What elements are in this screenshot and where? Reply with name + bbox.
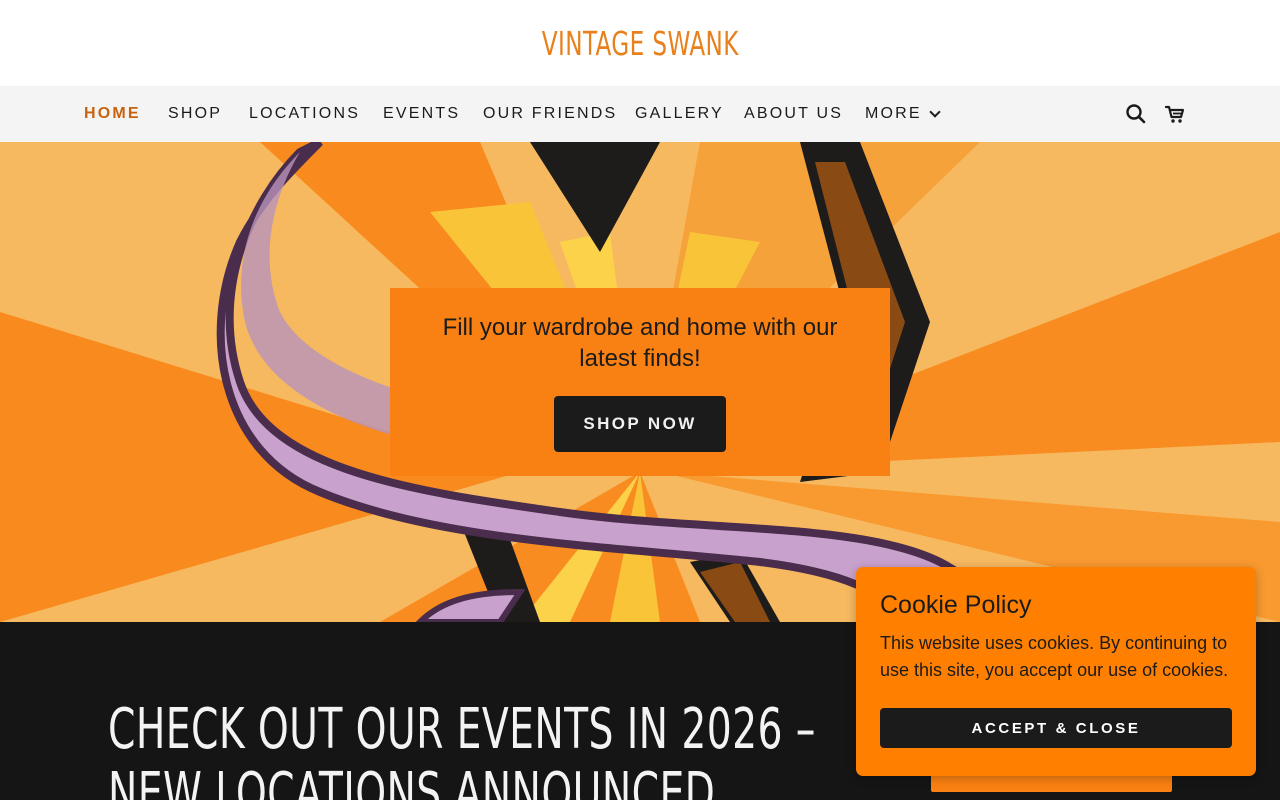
nav-item-gallery[interactable]: GALLERY	[635, 86, 724, 142]
nav-item-more-label: MORE	[865, 105, 922, 122]
search-icon[interactable]	[1123, 86, 1149, 142]
cookie-title: Cookie Policy	[880, 591, 1032, 619]
nav-item-about-us[interactable]: ABOUT US	[744, 86, 843, 142]
events-heading-wrapper: CHECK OUT OUR EVENTS IN 2026 – NEW LOCAT…	[108, 698, 815, 800]
site-header: VINTAGE SWANK	[0, 0, 1280, 86]
nav-item-events[interactable]: EVENTS	[383, 86, 460, 142]
hero-tagline: Fill your wardrobe and home with our lat…	[442, 314, 838, 372]
events-heading: CHECK OUT OUR EVENTS IN 2026 – NEW LOCAT…	[108, 697, 816, 800]
brand-name: VINTAGE SWANK	[541, 23, 739, 63]
cookie-text: This website uses cookies. By continuing…	[880, 633, 1229, 680]
hero-card: Fill your wardrobe and home with our lat…	[390, 288, 890, 476]
nav-item-locations[interactable]: LOCATIONS	[249, 86, 360, 142]
chevron-down-icon	[929, 105, 941, 118]
cart-icon[interactable]	[1162, 86, 1188, 142]
shop-now-button[interactable]: SHOP NOW	[554, 396, 726, 452]
nav-item-more[interactable]: MORE	[865, 86, 941, 142]
nav-item-our-friends[interactable]: OUR FRIENDS	[483, 86, 617, 142]
hero-section: Fill your wardrobe and home with our lat…	[0, 142, 1280, 622]
cookie-popup: Cookie Policy This website uses cookies.…	[856, 567, 1256, 776]
nav-item-home[interactable]: HOME	[84, 86, 141, 142]
main-navigation: HOME SHOP LOCATIONS EVENTS OUR FRIENDS G…	[0, 86, 1280, 142]
nav-item-shop[interactable]: SHOP	[168, 86, 222, 142]
brand-logo-link[interactable]: VINTAGE SWANK	[0, 0, 1280, 86]
accept-close-button[interactable]: ACCEPT & CLOSE	[880, 708, 1232, 748]
